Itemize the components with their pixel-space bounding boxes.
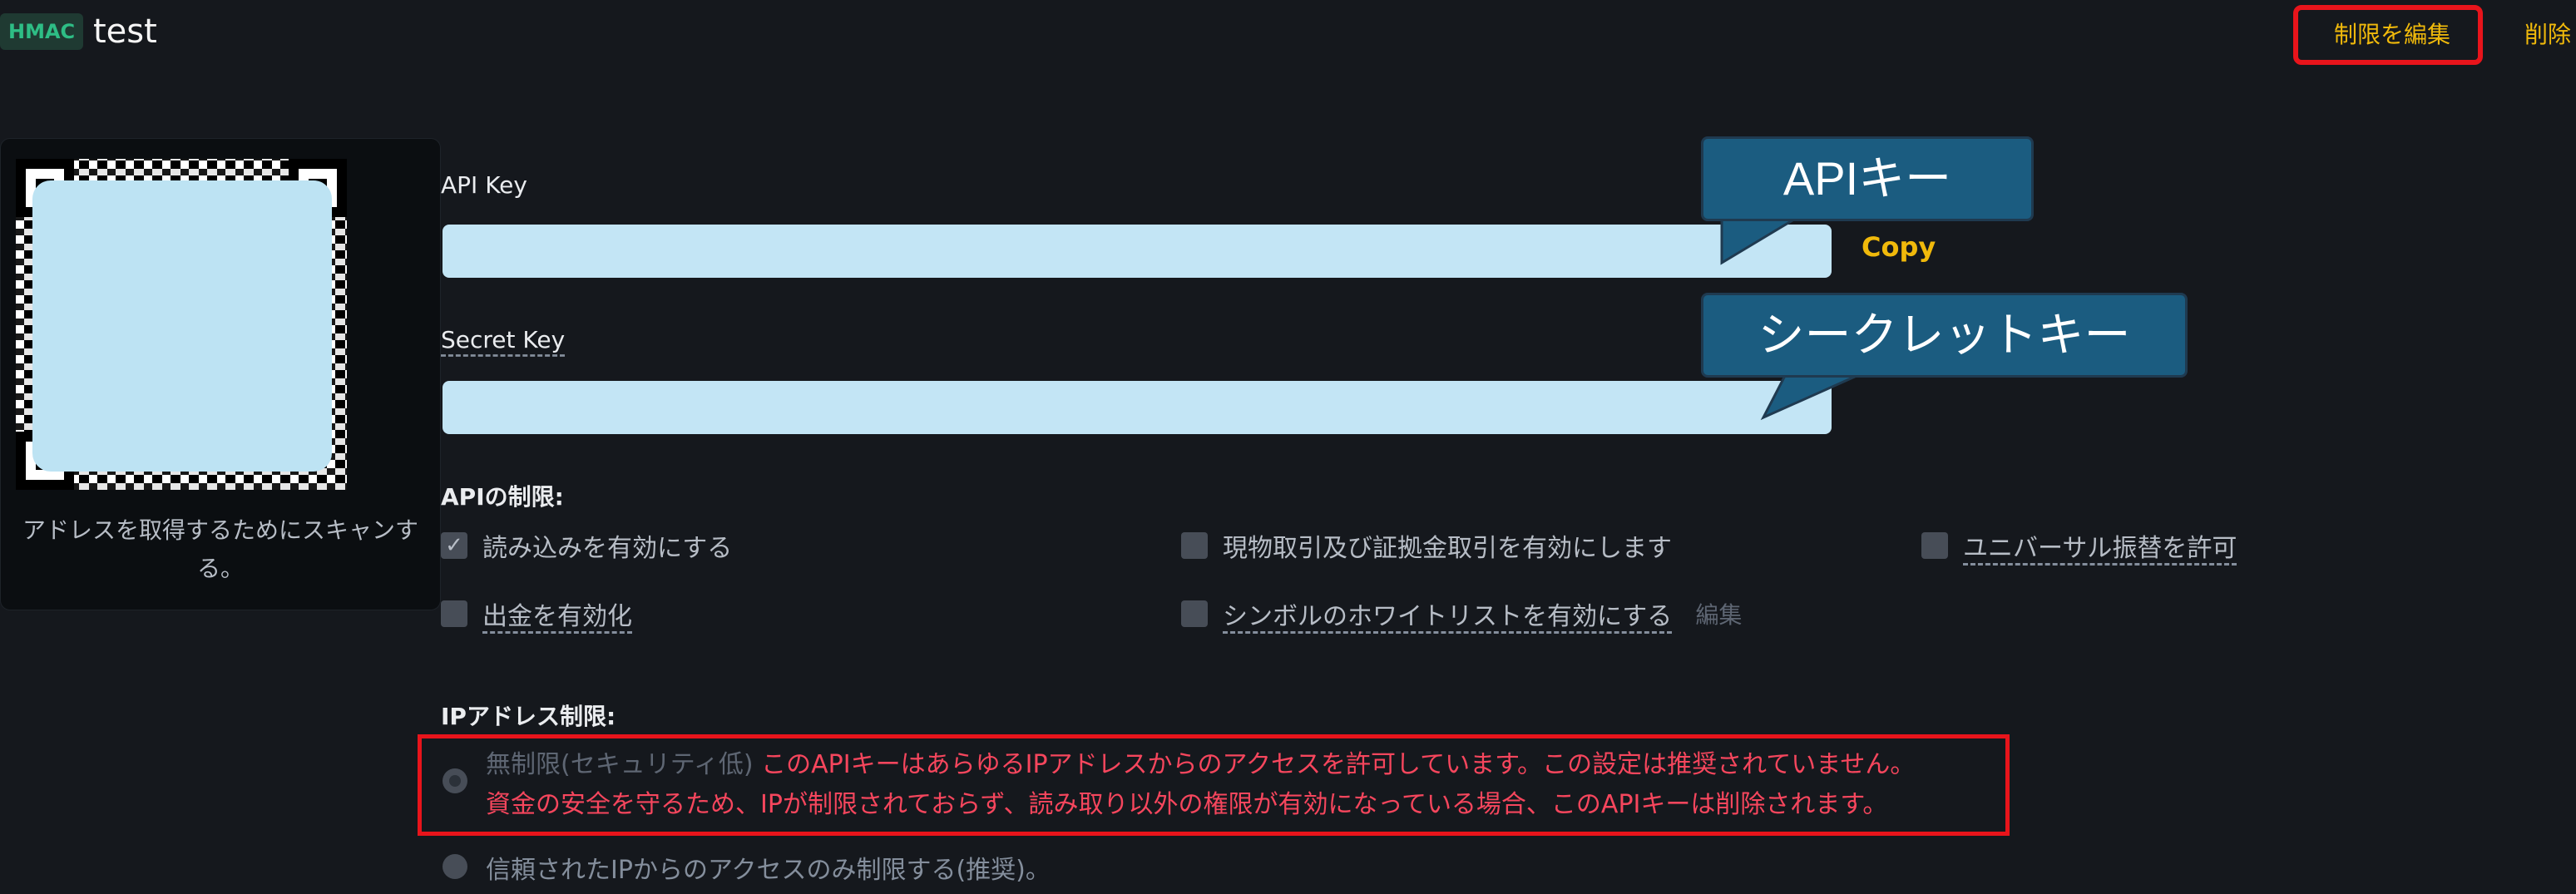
- trusted-ip-label: 信頼されたIPからのアクセスのみ制限する(推奨)。: [486, 856, 1051, 885]
- ip-warning-line2: 資金の安全を守るため、IPが制限されておらず、読み取り以外の権限が有効になってい…: [486, 790, 1888, 819]
- hmac-badge: HMAC: [0, 13, 84, 50]
- qr-card: アドレスを取得するためにスキャンする。: [0, 138, 441, 610]
- enable-withdrawals-option[interactable]: 出金を有効化: [441, 595, 632, 632]
- checkbox-icon[interactable]: [1921, 532, 1948, 559]
- edit-restrictions-button[interactable]: 制限を編集: [2334, 17, 2450, 53]
- unrestricted-option-text: 無制限(セキュリティ低) このAPIキーはあらゆるIPアドレスからのアクセスを許…: [486, 748, 1915, 782]
- checkbox-icon[interactable]: [441, 600, 467, 627]
- unrestricted-radio[interactable]: [443, 768, 467, 793]
- enable-reading-label: 読み込みを有効にする: [482, 534, 733, 563]
- enable-withdrawals-label: 出金を有効化: [482, 602, 632, 631]
- symbol-whitelist-label: シンボルのホワイトリストを有効にする: [1223, 602, 1673, 631]
- universal-transfer-option[interactable]: ユニバーサル振替を許可: [1921, 527, 2237, 564]
- ip-warning-line1: このAPIキーはあらゆるIPアドレスからのアクセスを許可しています。この設定は推…: [761, 750, 1916, 779]
- checkbox-icon[interactable]: [1181, 600, 1208, 627]
- copy-button[interactable]: Copy: [1862, 231, 1936, 263]
- checkbox-checked-icon[interactable]: ✓: [441, 532, 467, 559]
- ip-restrictions-title: IPアドレス制限:: [441, 703, 616, 730]
- universal-transfer-label: ユニバーサル振替を許可: [1963, 534, 2237, 563]
- whitelist-edit-link[interactable]: 編集: [1695, 597, 1742, 630]
- symbol-whitelist-option[interactable]: シンボルのホワイトリストを有効にする 編集: [1181, 595, 1742, 632]
- api-key-label: API Key: [441, 171, 527, 199]
- api-key-name: test: [93, 12, 157, 51]
- enable-spot-margin-option[interactable]: 現物取引及び証拠金取引を有効にします: [1181, 527, 1672, 564]
- trusted-ip-radio[interactable]: [443, 854, 467, 879]
- unrestricted-label: 無制限(セキュリティ低): [486, 750, 754, 779]
- api-key-field[interactable]: [443, 225, 1832, 278]
- delete-button[interactable]: 削除: [2524, 17, 2571, 53]
- enable-reading-option[interactable]: ✓ 読み込みを有効にする: [441, 527, 732, 564]
- api-key-callout-tail: [1720, 211, 1810, 265]
- secret-key-callout: シークレットキー: [1701, 293, 2188, 378]
- api-key-callout: APIキー: [1701, 136, 2034, 221]
- qr-redaction-mask: [32, 180, 332, 472]
- api-restrictions-title: APIの制限:: [441, 483, 564, 511]
- qr-caption: アドレスを取得するためにスキャンする。: [22, 516, 418, 582]
- secret-key-callout-tail: [1760, 368, 1872, 421]
- enable-spot-margin-label: 現物取引及び証拠金取引を有効にします: [1223, 534, 1672, 563]
- secret-key-field[interactable]: [443, 381, 1832, 434]
- api-key-detail-page: HMAC test 制限を編集 削除 アドレスを取得するためにスキャンする。 A…: [0, 0, 2576, 894]
- checkbox-icon[interactable]: [1181, 532, 1208, 559]
- secret-key-label: Secret Key: [441, 326, 566, 353]
- qr-code-image: [16, 159, 347, 490]
